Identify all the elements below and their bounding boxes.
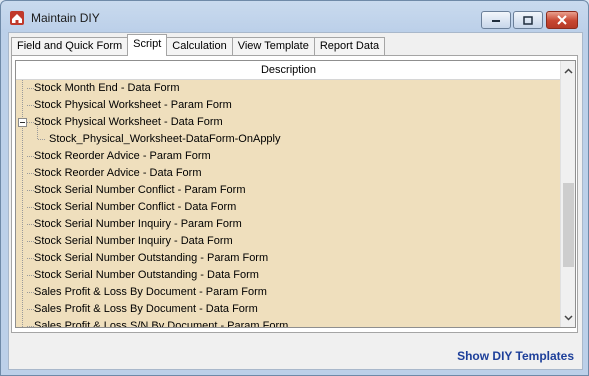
tree-row-label: Stock Serial Number Conflict - Param For… — [34, 184, 246, 196]
tree-row[interactable]: Stock Reorder Advice - Data Form — [16, 165, 561, 182]
tree-connector — [27, 275, 34, 276]
tree-connector — [27, 105, 34, 106]
tree-child-line — [37, 126, 38, 139]
tree-row[interactable]: Stock Physical Worksheet - Data Form — [16, 114, 561, 131]
tree-row-label: Sales Profit & Loss By Document - Data F… — [34, 303, 258, 315]
script-tree-grid: Description Stock Month End - Data Form S… — [15, 60, 576, 328]
tab-strip: Field and Quick Form Script Calculation … — [11, 34, 386, 56]
maximize-button[interactable] — [513, 11, 543, 29]
tree-row-label: Sales Profit & Loss S/N By Document - Pa… — [34, 320, 289, 328]
app-icon — [9, 10, 25, 26]
tree-row-label: Stock Reorder Advice - Data Form — [34, 167, 202, 179]
vertical-scrollbar[interactable] — [560, 61, 575, 327]
tree-row-label: Stock Physical Worksheet - Param Form — [34, 99, 232, 111]
tree-row[interactable]: Stock Month End - Data Form — [16, 80, 561, 97]
tree-row-label: Stock Serial Number Conflict - Data Form — [34, 201, 237, 213]
tab-report-data[interactable]: Report Data — [313, 37, 386, 55]
main-window: Maintain DIY Field and Quick Form Script… — [0, 0, 589, 376]
tree-connector — [27, 326, 34, 327]
tree-row[interactable]: Stock Serial Number Outstanding - Data F… — [16, 267, 561, 284]
maximize-icon — [523, 15, 533, 25]
tree-row-label: Stock Serial Number Outstanding - Param … — [34, 252, 269, 264]
tree-row-label: Stock Serial Number Inquiry - Data Form — [34, 235, 233, 247]
tree-connector — [27, 156, 34, 157]
tree-connector — [27, 190, 34, 191]
scroll-thumb[interactable] — [563, 183, 574, 267]
tree-row-label: Stock Month End - Data Form — [34, 82, 180, 94]
tree-row-label: Stock Serial Number Outstanding - Data F… — [34, 269, 259, 281]
client-area: Field and Quick Form Script Calculation … — [8, 32, 583, 370]
show-diy-templates-link[interactable]: Show DIY Templates — [457, 349, 574, 363]
tree-row[interactable]: Stock Reorder Advice - Param Form — [16, 148, 561, 165]
tree-connector — [27, 88, 34, 89]
tree-row[interactable]: Stock Serial Number Inquiry - Param Form — [16, 216, 561, 233]
window-title: Maintain DIY — [31, 11, 100, 25]
close-icon — [557, 15, 567, 25]
chevron-down-icon — [564, 315, 573, 321]
tab-field-and-quick-form[interactable]: Field and Quick Form — [11, 37, 129, 55]
minimize-icon — [492, 20, 500, 22]
tree-row[interactable]: Stock Physical Worksheet - Param Form — [16, 97, 561, 114]
collapse-icon[interactable] — [18, 118, 27, 127]
tree-connector — [27, 224, 34, 225]
tree-connector — [27, 292, 34, 293]
tree-child-row[interactable]: Stock_Physical_Worksheet-DataForm-OnAppl… — [16, 131, 561, 148]
tree-row[interactable]: Stock Serial Number Outstanding - Param … — [16, 250, 561, 267]
tree-row[interactable]: Sales Profit & Loss By Document - Data F… — [16, 301, 561, 318]
tree-connector — [27, 309, 34, 310]
script-tab-panel: Description Stock Month End - Data Form S… — [11, 55, 578, 333]
title-bar[interactable]: Maintain DIY — [1, 1, 588, 31]
scroll-up-button[interactable] — [561, 63, 575, 79]
minimize-button[interactable] — [481, 11, 511, 29]
tree-row-label: Stock Reorder Advice - Param Form — [34, 150, 211, 162]
tab-calculation[interactable]: Calculation — [166, 37, 233, 55]
tree-connector — [27, 207, 34, 208]
tree-connector — [38, 139, 45, 140]
tree-row-label: Sales Profit & Loss By Document - Param … — [34, 286, 267, 298]
tree-row[interactable]: Stock Serial Number Conflict - Param For… — [16, 182, 561, 199]
close-button[interactable] — [546, 11, 578, 29]
scroll-down-button[interactable] — [561, 310, 575, 326]
tree-connector — [27, 173, 34, 174]
tree-row-label: Stock Serial Number Inquiry - Param Form — [34, 218, 242, 230]
tree-row[interactable]: Sales Profit & Loss By Document - Param … — [16, 284, 561, 301]
tree-connector — [27, 258, 34, 259]
tab-view-template[interactable]: View Template — [231, 37, 315, 55]
tree-row[interactable]: Stock Serial Number Inquiry - Data Form — [16, 233, 561, 250]
tree-rows: Stock Month End - Data Form Stock Physica… — [16, 80, 561, 327]
tree-row-label: Stock Physical Worksheet - Data Form — [34, 116, 223, 128]
tree-row[interactable]: Sales Profit & Loss S/N By Document - Pa… — [16, 318, 561, 328]
tree-row[interactable]: Stock Serial Number Conflict - Data Form — [16, 199, 561, 216]
tree-row-label: Stock_Physical_Worksheet-DataForm-OnAppl… — [49, 133, 281, 145]
chevron-up-icon — [564, 68, 573, 74]
tree-connector — [27, 241, 34, 242]
tree-connector — [27, 122, 34, 123]
description-column-header[interactable]: Description — [16, 61, 561, 80]
tab-script[interactable]: Script — [127, 34, 168, 56]
